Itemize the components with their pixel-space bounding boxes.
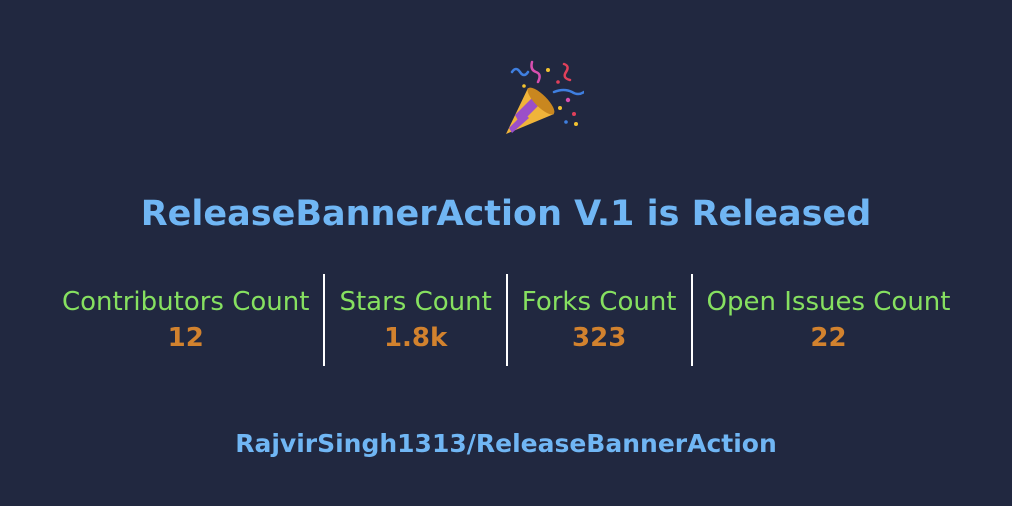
stat-stars: Stars Count 1.8k	[323, 274, 505, 366]
release-title: ReleaseBannerAction V.1 is Released	[140, 194, 872, 234]
stat-open-issues: Open Issues Count 22	[690, 274, 965, 366]
stats-row: Contributors Count 12 Stars Count 1.8k F…	[48, 274, 964, 366]
party-popper-icon	[506, 60, 584, 134]
stat-value: 22	[810, 323, 847, 353]
release-banner: ReleaseBannerAction V.1 is Released Cont…	[0, 0, 1012, 506]
stat-label: Open Issues Count	[706, 287, 951, 317]
stat-value: 12	[167, 323, 204, 353]
stat-label: Forks Count	[521, 287, 677, 317]
stat-contributors: Contributors Count 12	[48, 274, 323, 366]
stat-label: Contributors Count	[62, 287, 310, 317]
repo-name: RajvirSingh1313/ReleaseBannerAction	[235, 429, 777, 458]
stat-value: 1.8k	[383, 323, 448, 353]
stat-label: Stars Count	[339, 287, 492, 317]
stat-value: 323	[572, 323, 627, 353]
stat-forks: Forks Count 323	[505, 274, 691, 366]
